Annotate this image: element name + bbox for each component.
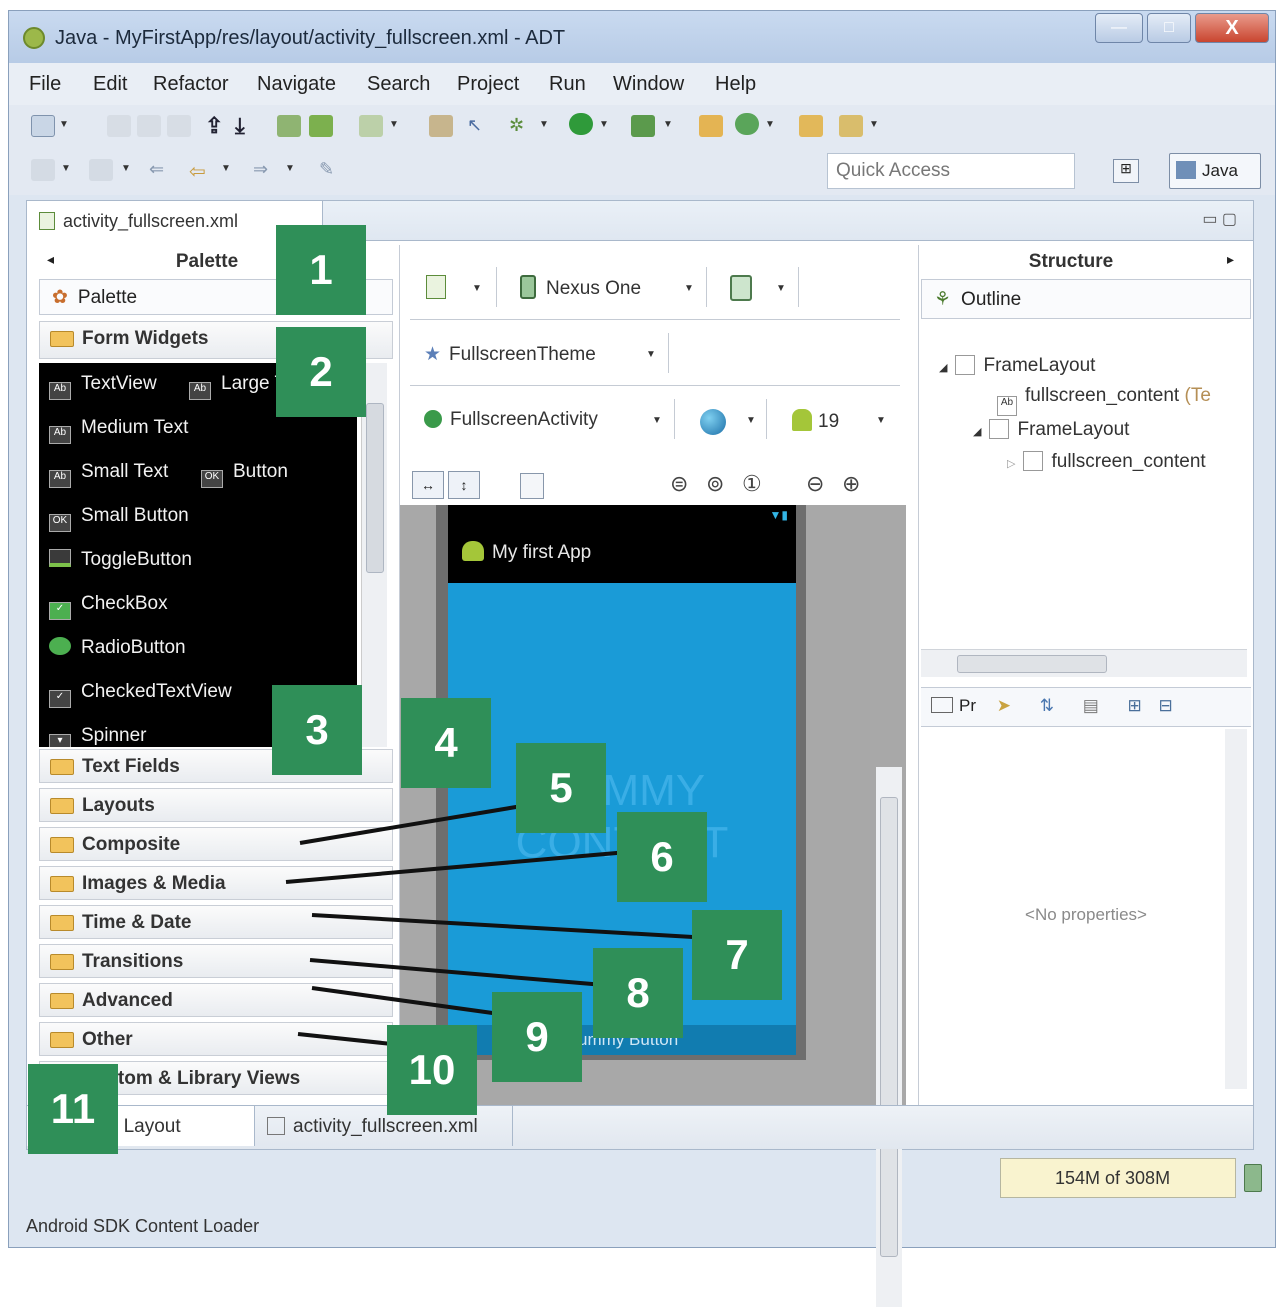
callout-marker-5: 5: [516, 743, 606, 833]
callout-marker-10: 10: [387, 1025, 477, 1115]
callout-marker-7: 7: [692, 910, 782, 1000]
callout-line-9: [311, 986, 515, 1018]
callout-marker-6: 6: [617, 812, 707, 902]
callout-line-8: [309, 958, 605, 987]
callout-marker-4: 4: [401, 698, 491, 788]
callout-marker-8: 8: [593, 948, 683, 1038]
callout-line-10: [297, 1032, 393, 1046]
callout-marker-9: 9: [492, 992, 582, 1082]
callout-line-6: [285, 850, 629, 884]
callout-leader-lines: [285, 804, 711, 1046]
callout-marker-11: 11: [28, 1064, 118, 1154]
callout-marker-2: 2: [276, 327, 366, 417]
callout-line-7: [311, 913, 711, 940]
callout-marker-3: 3: [272, 685, 362, 775]
callout-line-5: [299, 804, 523, 845]
callout-marker-1: 1: [276, 225, 366, 315]
